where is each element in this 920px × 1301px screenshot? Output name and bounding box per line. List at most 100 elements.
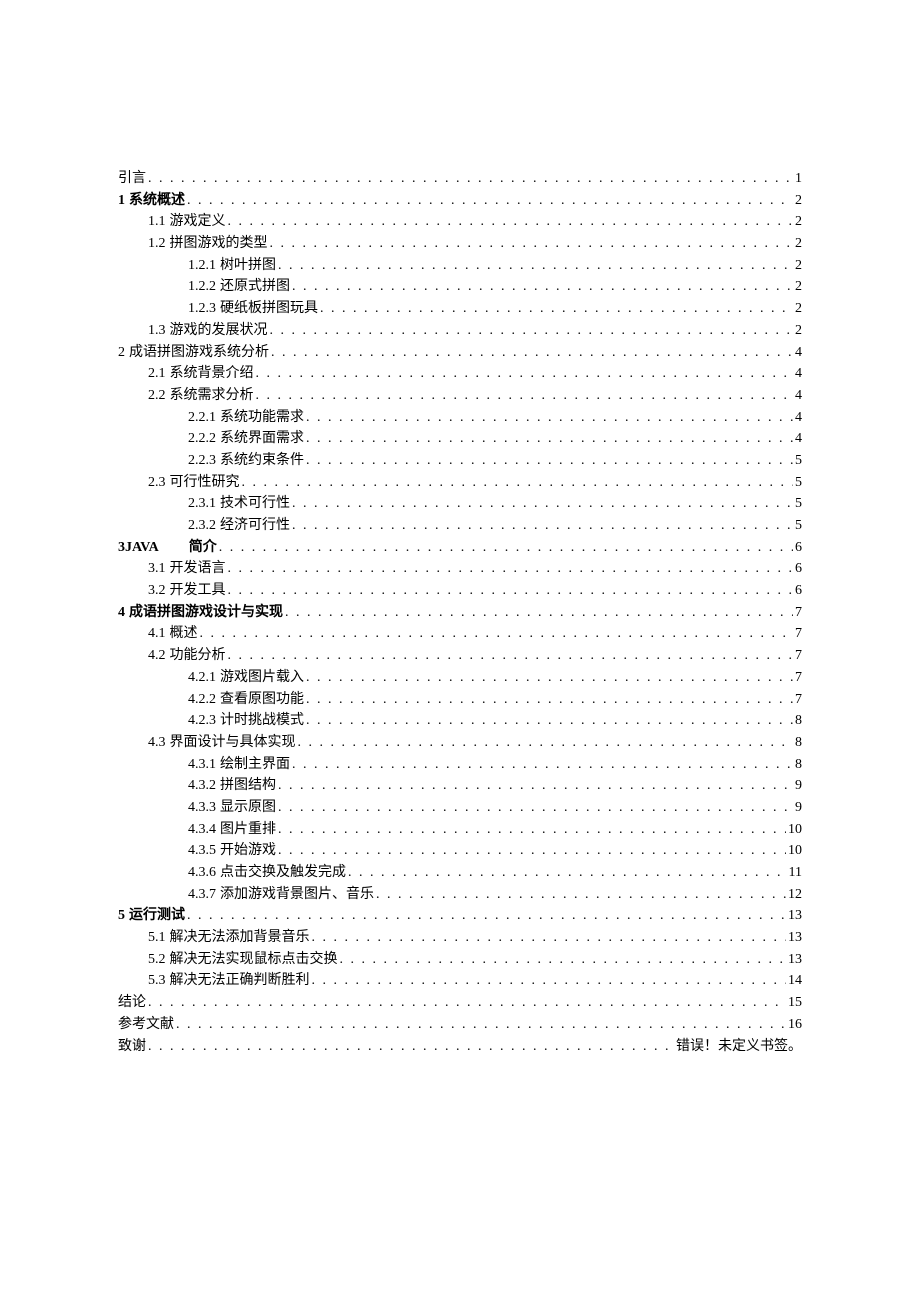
toc-entry: 4.2功能分析7	[118, 645, 802, 667]
toc-page-number: 错误！未定义书签。	[676, 1036, 802, 1058]
toc-entry: 4.1概述7	[118, 623, 802, 645]
toc-leader	[298, 732, 794, 754]
toc-page-number: 13	[788, 949, 802, 971]
toc-entry: 1 系统概述2	[118, 190, 802, 212]
toc-entry: 4.2.1游戏图片载入7	[118, 667, 802, 689]
table-of-contents: 引言11 系统概述21.1游戏定义21.2拼图游戏的类型21.2.1树叶拼图21…	[118, 168, 802, 1057]
toc-page: 引言11 系统概述21.1游戏定义21.2拼图游戏的类型21.2.1树叶拼图21…	[0, 0, 920, 1301]
toc-entry: 4 成语拼图游戏设计与实现7	[118, 602, 802, 624]
toc-page-number: 5	[795, 472, 802, 494]
toc-number: 2.2	[148, 385, 166, 407]
toc-page-number: 13	[788, 927, 802, 949]
toc-entry: 1.2拼图游戏的类型2	[118, 233, 802, 255]
toc-label: 系统约束条件	[220, 450, 304, 472]
toc-entry: 4.3.2拼图结构9	[118, 775, 802, 797]
toc-entry: 5.3解决无法正确判断胜利14	[118, 970, 802, 992]
toc-leader	[312, 927, 787, 949]
toc-entry: 2 成语拼图游戏系统分析4	[118, 342, 802, 364]
toc-number: 3JAVA	[118, 537, 159, 559]
toc-number: 2.3	[148, 472, 166, 494]
toc-number: 2.2.1	[188, 407, 216, 429]
toc-page-number: 12	[788, 884, 802, 906]
toc-label: 引言	[118, 168, 146, 190]
toc-leader	[148, 992, 786, 1014]
toc-entry: 1.3游戏的发展状况2	[118, 320, 802, 342]
toc-page-number: 4	[795, 428, 802, 450]
toc-number: 4.1	[148, 623, 166, 645]
toc-leader	[271, 342, 793, 364]
toc-label: 可行性研究	[170, 472, 240, 494]
toc-page-number: 2	[795, 211, 802, 233]
toc-number: 1.2.3	[188, 298, 216, 320]
toc-number: 4.3.4	[188, 819, 216, 841]
toc-number: 2.1	[148, 363, 166, 385]
toc-leader	[340, 949, 787, 971]
toc-entry: 3.1开发语言6	[118, 558, 802, 580]
toc-number: 1.3	[148, 320, 166, 342]
toc-entry: 4.3.3显示原图9	[118, 797, 802, 819]
toc-label: 系统功能需求	[220, 407, 304, 429]
toc-number: 3.2	[148, 580, 166, 602]
toc-number: 2.2.2	[188, 428, 216, 450]
toc-entry: 2.3可行性研究 5	[118, 472, 802, 494]
toc-entry: 1.2.2还原式拼图2	[118, 276, 802, 298]
toc-entry: 2.2.1系统功能需求 4	[118, 407, 802, 429]
toc-label: 参考文献	[118, 1014, 174, 1036]
toc-page-number: 2	[795, 190, 802, 212]
toc-leader	[278, 775, 793, 797]
toc-entry: 2.2.2系统界面需求 4	[118, 428, 802, 450]
toc-leader	[228, 645, 794, 667]
toc-leader	[306, 689, 793, 711]
toc-label: 系统界面需求	[220, 428, 304, 450]
toc-number: 4.3.1	[188, 754, 216, 776]
toc-page-number: 7	[795, 667, 802, 689]
toc-leader	[228, 211, 794, 233]
toc-entry: 1.1游戏定义2	[118, 211, 802, 233]
toc-page-number: 2	[795, 298, 802, 320]
toc-leader	[292, 515, 793, 537]
toc-entry: 4.3.5开始游戏10	[118, 840, 802, 862]
toc-page-number: 4	[795, 385, 802, 407]
toc-label: 开始游戏	[220, 840, 276, 862]
toc-label: 添加游戏背景图片、音乐	[220, 884, 374, 906]
toc-number: 1.2.2	[188, 276, 216, 298]
toc-page-number: 7	[795, 645, 802, 667]
toc-page-number: 6	[795, 537, 802, 559]
toc-number: 5.2	[148, 949, 166, 971]
toc-label: 简介	[189, 537, 217, 559]
toc-entry: 4.3.4图片重排10	[118, 819, 802, 841]
toc-number: 4.3.5	[188, 840, 216, 862]
toc-label: 解决无法添加背景音乐	[170, 927, 310, 949]
toc-leader	[278, 840, 786, 862]
toc-number: 4.3.6	[188, 862, 216, 884]
toc-leader	[278, 797, 793, 819]
toc-label: 游戏图片载入	[220, 667, 304, 689]
toc-number: 4.2	[148, 645, 166, 667]
toc-leader	[306, 667, 793, 689]
toc-number: 4	[118, 602, 125, 624]
toc-entry: 1.2.1树叶拼图2	[118, 255, 802, 277]
toc-page-number: 9	[795, 775, 802, 797]
toc-number: 2.2.3	[188, 450, 216, 472]
toc-label: 成语拼图游戏系统分析	[129, 342, 269, 364]
toc-page-number: 8	[795, 754, 802, 776]
toc-entry: 3JAVA 简介 6	[118, 537, 802, 559]
toc-number: 5.1	[148, 927, 166, 949]
toc-page-number: 8	[795, 732, 802, 754]
toc-leader	[348, 862, 787, 884]
toc-leader	[320, 298, 793, 320]
toc-page-number: 9	[795, 797, 802, 819]
toc-page-number: 15	[788, 992, 802, 1014]
toc-page-number: 2	[795, 320, 802, 342]
toc-leader	[148, 168, 793, 190]
toc-leader	[306, 710, 793, 732]
toc-page-number: 4	[795, 407, 802, 429]
toc-number: 4.2.3	[188, 710, 216, 732]
toc-number: 3.1	[148, 558, 166, 580]
toc-page-number: 5	[795, 493, 802, 515]
toc-number: 1.1	[148, 211, 166, 233]
toc-page-number: 4	[795, 363, 802, 385]
toc-label: 计时挑战模式	[220, 710, 304, 732]
toc-leader	[219, 537, 793, 559]
toc-page-number: 7	[795, 623, 802, 645]
